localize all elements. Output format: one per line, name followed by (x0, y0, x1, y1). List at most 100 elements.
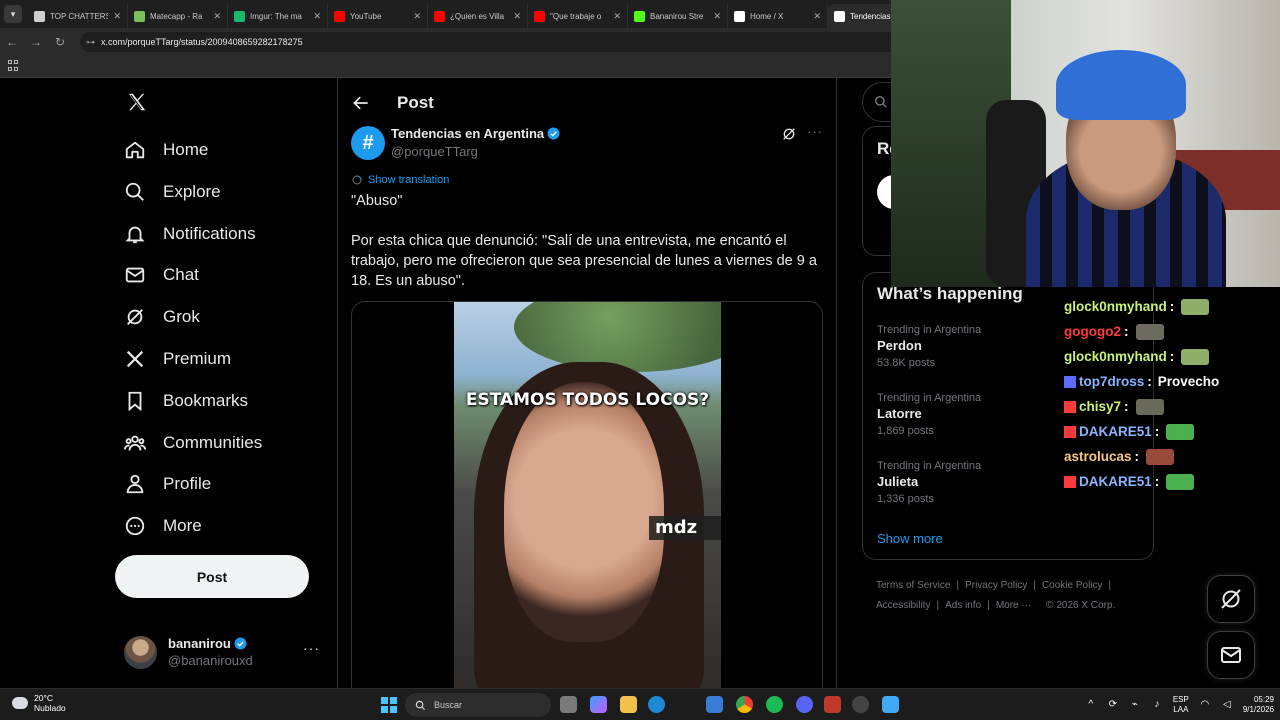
back-icon[interactable]: ← (0, 35, 24, 49)
account-name-row: bananirou (168, 635, 253, 652)
author-avatar[interactable]: # (351, 126, 385, 160)
browser-tab[interactable]: "Que trabaje o ✕ (528, 4, 628, 28)
taskbar-discord-icon[interactable] (796, 696, 813, 713)
footer-link[interactable]: Ads info (945, 600, 981, 611)
footer-separator: | (1108, 580, 1112, 591)
taskbar-search[interactable]: Buscar (405, 693, 551, 717)
author-name[interactable]: Tendencias en Argentina (391, 126, 544, 141)
footer-link[interactable]: Privacy Policy (965, 580, 1027, 591)
chat-emote-icon (1135, 398, 1164, 415)
taskbar-chrome-icon[interactable] (736, 696, 753, 713)
mic-icon[interactable]: ♪ (1151, 699, 1163, 711)
footer-link[interactable]: Cookie Policy (1042, 580, 1103, 591)
tab-title: TOP CHATTERS (50, 11, 109, 21)
tab-close-icon[interactable]: ✕ (813, 11, 821, 22)
taskbar-folder-icon[interactable] (620, 696, 637, 713)
tab-favicon-icon (434, 10, 445, 22)
taskbar-spotify-icon[interactable] (766, 696, 783, 713)
weather-widget[interactable]: 20°C Nublado (12, 693, 66, 713)
nav-item-explore[interactable]: Explore (124, 172, 221, 212)
nav-item-premium[interactable]: Premium (124, 339, 231, 379)
tab-close-icon[interactable]: ✕ (413, 11, 421, 22)
taskbar-mail-icon[interactable] (706, 696, 723, 713)
chevron-up-icon[interactable]: ^ (1085, 699, 1097, 711)
browser-tab[interactable]: YouTube ✕ (328, 4, 428, 28)
nav-item-grok[interactable]: Grok (124, 297, 200, 337)
back-arrow-icon[interactable] (351, 93, 371, 113)
footer-link[interactable]: More ··· (996, 600, 1032, 611)
network-icon[interactable]: ⌁ (1129, 699, 1141, 711)
tab-favicon-icon (634, 10, 645, 22)
chat-username: DAKARE51 (1079, 424, 1152, 439)
chat-message: chisy7: (1064, 394, 1264, 419)
account-switcher[interactable]: bananirou @bananirouxd ··· (124, 632, 334, 672)
taskbar-edge-icon[interactable] (648, 696, 665, 713)
forward-icon[interactable]: → (24, 35, 48, 49)
clock-date: 9/1/2026 (1242, 705, 1274, 714)
volume-icon[interactable]: ◁ (1221, 699, 1233, 711)
nav-item-bookmarks[interactable]: Bookmarks (124, 381, 248, 421)
clock[interactable]: 05:29 9/1/2026 (1243, 695, 1274, 715)
tab-favicon-icon (334, 10, 345, 22)
tab-close-icon[interactable]: ✕ (213, 11, 221, 22)
nav-item-communities[interactable]: Communities (124, 423, 262, 463)
messages-fab-button[interactable] (1207, 631, 1255, 679)
windows-start-icon[interactable] (381, 697, 397, 713)
post-more-icon[interactable]: ··· (807, 124, 823, 139)
author-name-row[interactable]: Tendencias en Argentina (391, 126, 560, 141)
post-text-line-2: Por esta chica que denunció: "Salí de un… (351, 233, 817, 289)
site-settings-icon[interactable]: ⊶ (86, 37, 95, 48)
chat-message: DAKARE51: (1064, 469, 1264, 494)
wifi-icon[interactable]: ◠ (1199, 699, 1211, 711)
x-logo-icon[interactable] (126, 91, 148, 113)
chat-message: gogogo2: (1064, 319, 1264, 344)
tab-close-icon[interactable]: ✕ (113, 11, 121, 22)
browser-tab[interactable]: Matecapp - Ra ✕ (128, 4, 228, 28)
taskbar-copilot-icon[interactable] (590, 696, 607, 713)
video-player[interactable]: ESTAMOS TODOS LOCOS? mdz (454, 302, 721, 700)
taskbar-obs-icon[interactable] (852, 696, 869, 713)
nav-item-chat[interactable]: Chat (124, 255, 199, 295)
tab-close-icon[interactable]: ✕ (313, 11, 321, 22)
post-button[interactable]: Post (115, 555, 309, 598)
post-media[interactable]: ESTAMOS TODOS LOCOS? mdz (351, 301, 823, 701)
chat-colon: : (1154, 424, 1160, 439)
tab-close-icon[interactable]: ✕ (613, 11, 621, 22)
apps-grid-icon[interactable] (8, 60, 19, 71)
sync-icon[interactable]: ⟳ (1107, 699, 1119, 711)
nav-item-notifications[interactable]: Notifications (124, 214, 256, 254)
account-more-icon[interactable]: ··· (303, 640, 320, 656)
browser-tab[interactable]: ¿Quien es Villa ✕ (428, 4, 528, 28)
windows-taskbar: 20°C Nublado Buscar ^ ⟳ ⌁ ♪ ESP LAA ◠ ◁ … (0, 688, 1280, 720)
browser-tab[interactable]: Imgur: The ma ✕ (228, 4, 328, 28)
url-field[interactable]: ⊶ x.com/porqueTTarg/status/2009408659282… (80, 32, 960, 52)
show-translation-link[interactable]: Show translation (351, 174, 449, 186)
footer-separator: | (1033, 580, 1036, 591)
nav-item-more[interactable]: More (124, 506, 202, 546)
tab-close-icon[interactable]: ✕ (713, 11, 721, 22)
language-indicator[interactable]: ESP LAA (1173, 695, 1189, 715)
tab-close-icon[interactable]: ✕ (513, 11, 521, 22)
author-handle[interactable]: @porqueTTarg (391, 144, 478, 159)
chat-emote-icon (1146, 448, 1175, 465)
browser-tab[interactable]: Home / X ✕ (728, 4, 828, 28)
reload-icon[interactable]: ↻ (48, 35, 72, 49)
nav-item-profile[interactable]: Profile (124, 464, 211, 504)
page-title: Post (397, 93, 434, 112)
chat-message: astrolucas: (1064, 444, 1264, 469)
browser-tab[interactable]: TOP CHATTERS ✕ (28, 4, 128, 28)
footer-link[interactable]: © 2026 X Corp. (1046, 600, 1115, 611)
mail-icon (125, 268, 145, 283)
footer-link[interactable]: Accessibility (876, 600, 930, 611)
show-more-link[interactable]: Show more (877, 531, 943, 546)
footer-link[interactable]: Terms of Service (876, 580, 950, 591)
grok-icon[interactable] (781, 126, 797, 142)
taskbar-notes-icon[interactable] (882, 696, 899, 713)
taskbar-app-icon[interactable] (824, 696, 841, 713)
grok-fab-button[interactable] (1207, 575, 1255, 623)
browser-tab[interactable]: Bananirou Stre ✕ (628, 4, 728, 28)
taskbar-file-explorer-icon[interactable] (560, 696, 577, 713)
grok-icon (127, 309, 143, 326)
nav-item-home[interactable]: Home (124, 130, 208, 170)
tab-search-button[interactable]: ▾ (4, 5, 22, 23)
